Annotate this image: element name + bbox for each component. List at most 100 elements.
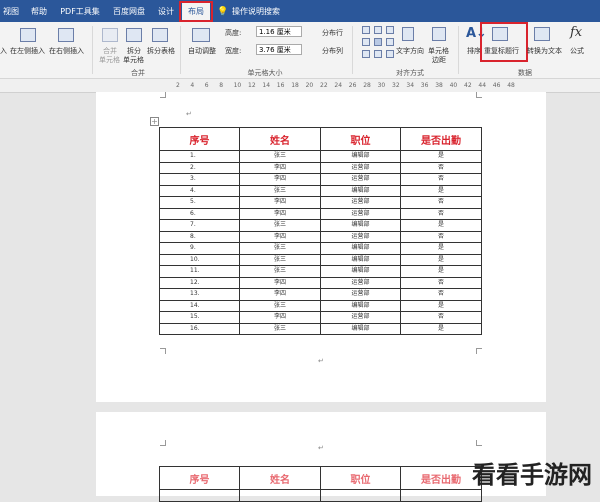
align-top-left-icon[interactable] — [362, 26, 370, 34]
table-cell[interactable]: 15. — [159, 311, 240, 324]
table-cell[interactable]: 14. — [159, 299, 240, 312]
align-top-center-icon[interactable] — [374, 26, 382, 34]
table-cell[interactable]: 运营部 — [320, 288, 401, 301]
align-bottom-left-icon[interactable] — [362, 50, 370, 58]
header-cell[interactable]: 序号 — [159, 466, 240, 490]
align-bottom-right-icon[interactable] — [386, 50, 394, 58]
sort-button[interactable]: 排序 — [467, 46, 481, 56]
table-cell[interactable]: 10. — [159, 253, 240, 266]
table-cell[interactable]: 13. — [159, 288, 240, 301]
attendance-table-continued[interactable]: 序号 姓名 职位 是否出勤 — [159, 466, 482, 502]
table-cell[interactable]: 编辑部 — [320, 242, 401, 255]
table-cell[interactable]: 12. — [159, 276, 240, 289]
header-cell[interactable]: 序号 — [159, 127, 240, 151]
table-cell[interactable]: 李四 — [239, 207, 321, 220]
width-input[interactable]: 3.76 厘米 — [256, 44, 302, 55]
table-cell[interactable]: 张三 — [239, 150, 321, 163]
table-cell[interactable]: 李四 — [239, 196, 321, 209]
text-direction-button[interactable]: 文字方向 — [396, 46, 424, 56]
table-cell[interactable]: 编辑部 — [320, 299, 401, 312]
table-cell[interactable]: 是 — [400, 253, 482, 266]
tab-design[interactable]: 设计 — [155, 4, 177, 20]
table-cell[interactable]: 张三 — [239, 219, 321, 232]
table-cell[interactable]: 运营部 — [320, 230, 401, 243]
table-cell[interactable]: 是 — [400, 219, 482, 232]
table-cell[interactable]: 否 — [400, 196, 482, 209]
distribute-rows-button[interactable]: 分布行 — [322, 28, 343, 38]
align-bottom-center-icon[interactable] — [374, 50, 382, 58]
table-cell[interactable]: 是 — [400, 299, 482, 312]
autofit-button[interactable]: 自动调整 — [188, 46, 216, 56]
header-cell[interactable]: 是否出勤 — [400, 466, 482, 490]
table-cell[interactable]: 编辑部 — [320, 219, 401, 232]
table-cell[interactable]: 运营部 — [320, 276, 401, 289]
table-cell[interactable]: 张三 — [239, 299, 321, 312]
table-cell[interactable]: 李四 — [239, 161, 321, 174]
table-cell[interactable]: 李四 — [239, 311, 321, 324]
align-middle-right-icon[interactable] — [386, 38, 394, 46]
table-cell[interactable]: 运营部 — [320, 173, 401, 186]
table-cell[interactable]: 张三 — [239, 322, 321, 335]
tab-baidu-netdisk[interactable]: 百度网盘 — [110, 4, 148, 20]
table-cell[interactable]: 编辑部 — [320, 322, 401, 335]
table-cell[interactable]: 是 — [400, 184, 482, 197]
table-cell[interactable]: 16. — [159, 322, 240, 335]
table-cell[interactable]: 2. — [159, 161, 240, 174]
formula-button[interactable]: 公式 — [570, 46, 584, 56]
table-cell[interactable]: 李四 — [239, 276, 321, 289]
table-cell[interactable]: 5. — [159, 196, 240, 209]
tab-help[interactable]: 帮助 — [28, 4, 50, 20]
table-cell[interactable]: 是 — [400, 242, 482, 255]
tell-me-search[interactable]: 操作说明搜索 — [232, 4, 292, 20]
distribute-cols-button[interactable]: 分布列 — [322, 46, 343, 56]
tab-view[interactable]: 视图 — [0, 4, 22, 20]
height-input[interactable]: 1.16 厘米 — [256, 26, 302, 37]
table-cell[interactable]: 否 — [400, 276, 482, 289]
table-cell[interactable]: 李四 — [239, 230, 321, 243]
header-cell[interactable]: 职位 — [320, 127, 401, 151]
table-cell[interactable]: 否 — [400, 173, 482, 186]
table-cell[interactable]: 编辑部 — [320, 265, 401, 278]
table-cell[interactable]: 3. — [159, 173, 240, 186]
align-middle-left-icon[interactable] — [362, 38, 370, 46]
table-cell[interactable]: 运营部 — [320, 196, 401, 209]
table-cell[interactable]: 张三 — [239, 184, 321, 197]
table-cell[interactable]: 张三 — [239, 253, 321, 266]
table-cell[interactable]: 否 — [400, 311, 482, 324]
table-cell[interactable]: 运营部 — [320, 161, 401, 174]
insert-left-button[interactable]: 在左侧插入 — [10, 46, 45, 56]
table-cell[interactable]: 8. — [159, 230, 240, 243]
tab-pdf-tools[interactable]: PDF工具集 — [58, 4, 102, 20]
horizontal-ruler[interactable]: 2 4 6 8 10 12 14 16 18 20 22 24 26 28 30 32 34 36 38 40 42 44… — [0, 79, 600, 93]
align-top-right-icon[interactable] — [386, 26, 394, 34]
align-center-icon[interactable] — [374, 38, 382, 46]
table-cell[interactable]: 4. — [159, 184, 240, 197]
split-table-button[interactable]: 拆分表格 — [147, 46, 175, 56]
table-cell[interactable]: 7. — [159, 219, 240, 232]
table-cell[interactable]: 张三 — [239, 265, 321, 278]
table-cell[interactable]: 是 — [400, 265, 482, 278]
table-cell[interactable]: 运营部 — [320, 311, 401, 324]
insert-left-cut-label[interactable]: 入 — [0, 46, 7, 56]
table-cell[interactable]: 编辑部 — [320, 184, 401, 197]
table-cell[interactable]: 否 — [400, 161, 482, 174]
header-cell[interactable]: 姓名 — [239, 466, 321, 490]
table-cell[interactable]: 9. — [159, 242, 240, 255]
table-cell[interactable]: 6. — [159, 207, 240, 220]
header-cell[interactable]: 姓名 — [239, 127, 321, 151]
table-cell[interactable]: 是 — [400, 150, 482, 163]
insert-right-button[interactable]: 在右侧插入 — [49, 46, 84, 56]
table-cell[interactable]: 11. — [159, 265, 240, 278]
convert-text-button[interactable]: 转换为文本 — [527, 46, 562, 56]
table-cell[interactable]: 编辑部 — [320, 253, 401, 266]
table-cell[interactable]: 运营部 — [320, 207, 401, 220]
table-cell[interactable]: 否 — [400, 207, 482, 220]
attendance-table[interactable]: 序号 姓名 职位 是否出勤 1. 张三 编辑部是 2. 李四 运营部否 3. 李四 运营部否 4. 张三 编辑… — [159, 127, 482, 335]
header-cell[interactable]: 职位 — [320, 466, 401, 490]
table-cell[interactable]: 否 — [400, 230, 482, 243]
header-cell[interactable]: 是否出勤 — [400, 127, 482, 151]
table-cell[interactable]: 李四 — [239, 173, 321, 186]
table-cell[interactable]: 张三 — [239, 242, 321, 255]
table-cell[interactable]: 是 — [400, 322, 482, 335]
table-cell[interactable]: 1. — [159, 150, 240, 163]
